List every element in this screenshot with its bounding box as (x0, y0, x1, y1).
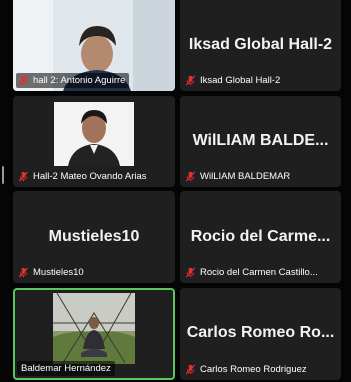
mic-muted-icon (18, 267, 29, 278)
mic-muted-icon (185, 171, 196, 182)
participant-name-label: Mustieles10 (16, 265, 88, 280)
gallery-scroll-handle[interactable] (2, 166, 4, 184)
participant-name: hall 2: Antonio Aguirre (33, 75, 126, 86)
participant-tile-iksad-global-hall-2[interactable]: Iksad Global Hall-2 Iksad Global Hall-2 (180, 0, 341, 91)
participant-tile-william-baldemar[interactable]: WilLIAM BALDE... WilLIAM BALDEMAR (180, 96, 341, 187)
participant-video (54, 102, 134, 166)
participant-display-name: Mustieles10 (48, 228, 140, 245)
participant-name: Carlos Romeo Rodriguez (200, 364, 307, 375)
participant-tile-mateo-ovando-arias[interactable]: Hall-2 Mateo Ovando Arias (13, 96, 175, 187)
participant-name-label: Hall-2 Mateo Ovando Arias (16, 169, 151, 184)
mic-muted-icon (185, 267, 196, 278)
mic-muted-icon (185, 364, 196, 375)
participant-name-label: Rocio del Carmen Castillo... (183, 265, 322, 280)
participant-tile-mustieles10[interactable]: Mustieles10 Mustieles10 (13, 191, 175, 283)
participant-name-label: WilLIAM BALDEMAR (183, 169, 294, 184)
participant-tile-baldemar-hernandez[interactable]: Baldemar Hernández (13, 288, 175, 380)
mic-muted-icon (185, 75, 196, 86)
participant-name-label: hall 2: Antonio Aguirre (16, 73, 130, 88)
participant-name: Hall-2 Mateo Ovando Arias (33, 171, 147, 182)
participant-name: WilLIAM BALDEMAR (200, 171, 291, 182)
participant-name: Iksad Global Hall-2 (200, 75, 281, 86)
participant-name-label: Carlos Romeo Rodriguez (183, 362, 311, 377)
participant-tile-rocio-del-carmen[interactable]: Rocio del Carme... Rocio del Carmen Cast… (180, 191, 341, 283)
participant-display-name: Iksad Global Hall-2 (188, 36, 333, 53)
participant-name-label: Iksad Global Hall-2 (183, 73, 284, 88)
participant-name: Baldemar Hernández (21, 363, 111, 374)
participant-video (53, 293, 135, 364)
participant-tile-carlos-romeo-rodriguez[interactable]: Carlos Romeo Ro... Carlos Romeo Rodrigue… (180, 288, 341, 380)
participant-display-name: Carlos Romeo Ro... (186, 324, 335, 341)
mic-muted-icon (18, 171, 29, 182)
participant-name: Rocio del Carmen Castillo... (200, 267, 318, 278)
participant-name-label: Baldemar Hernández (17, 361, 115, 376)
participant-display-name: Rocio del Carme... (190, 228, 331, 245)
participant-display-name: WilLIAM BALDE... (192, 132, 329, 149)
participant-tile-antonio-aguirre[interactable]: hall 2: Antonio Aguirre (13, 0, 175, 91)
participant-name: Mustieles10 (33, 267, 84, 278)
mic-muted-icon (18, 75, 29, 86)
